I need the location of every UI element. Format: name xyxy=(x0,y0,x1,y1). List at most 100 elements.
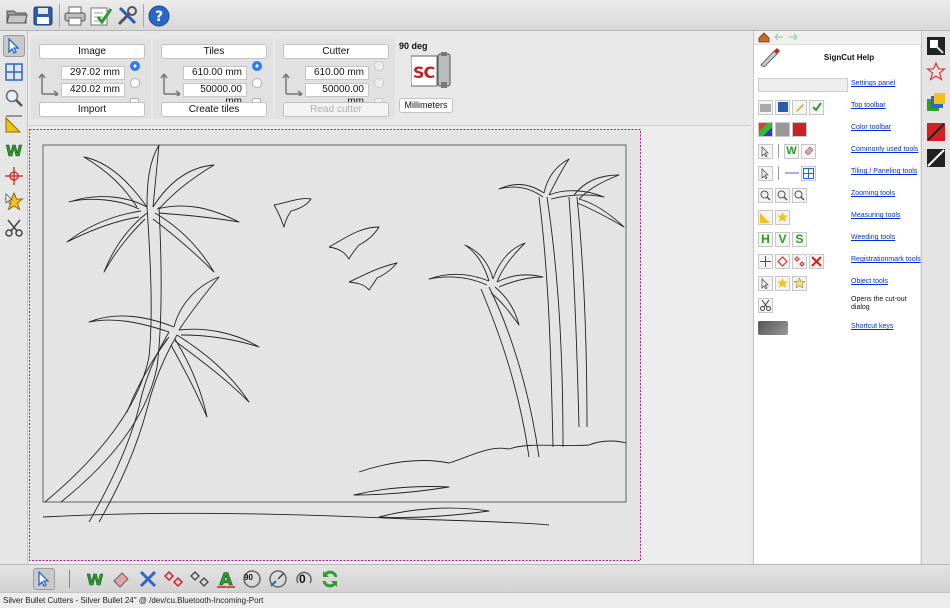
bottom-rotate-zero-button[interactable]: 0 xyxy=(293,568,315,590)
weed-h-icon: H xyxy=(758,231,773,247)
help-link-measuring-tools[interactable]: Measuring tools xyxy=(851,212,900,219)
help-link-settings-panel[interactable]: Settings panel xyxy=(851,80,895,87)
help-link-shortcut-keys[interactable]: Shortcut keys xyxy=(851,323,893,330)
delete-x-icon xyxy=(809,253,824,269)
help-row-tiling-tools: Tiling / Paneling tools xyxy=(756,164,919,184)
registration-mark-tool-button[interactable] xyxy=(3,165,25,187)
bottom-regmark-outline-button[interactable] xyxy=(189,568,211,590)
canvas-area[interactable] xyxy=(29,127,751,564)
home-icon[interactable] xyxy=(758,32,770,46)
tools-pen-icon xyxy=(758,47,780,70)
image-width-input[interactable]: 297.02 mm xyxy=(61,66,125,80)
open-file-button[interactable] xyxy=(4,3,30,28)
help-link-weeding-tools[interactable]: Weeding tools xyxy=(851,234,895,241)
color-toolbar-thumbnail xyxy=(758,120,807,138)
top-toolbar-thumbnail xyxy=(758,98,824,116)
ruler-triangle-icon xyxy=(758,209,773,225)
signcut-logo[interactable]: SC xyxy=(410,52,451,88)
tiles-lock-width-radio[interactable] xyxy=(252,61,262,71)
checkmark-pencil-icon xyxy=(809,99,824,115)
tiles-group: Tiles 610.00 mm 50000.00 mm Create tiles xyxy=(153,39,273,119)
settings-panel: Image 297.02 mm 420.02 mm Import Tiles 6… xyxy=(29,31,751,126)
select-tool-button[interactable] xyxy=(3,35,25,57)
weed-tool-button[interactable]: W xyxy=(3,139,25,161)
image-lock-width-radio[interactable] xyxy=(130,61,140,71)
weed-v-icon: V xyxy=(775,231,790,247)
cutter-height-input[interactable]: 50000.00 mm xyxy=(305,83,369,107)
bottom-eraser-button[interactable] xyxy=(110,568,132,590)
back-arrow-icon[interactable] xyxy=(774,33,783,41)
cut-tool-button[interactable] xyxy=(3,217,25,239)
cutter-title: Cutter xyxy=(283,44,389,59)
bottom-rotate-90-button[interactable]: 90 xyxy=(241,568,263,590)
design-canvas[interactable] xyxy=(29,127,751,564)
tiles-lock-height-radio[interactable] xyxy=(252,78,262,88)
weed-w-icon: W xyxy=(5,142,23,159)
scissors-icon xyxy=(5,219,23,237)
read-cutter-button[interactable]: Read cutter xyxy=(283,102,389,117)
axis-arrows-icon xyxy=(160,73,181,96)
save-file-button[interactable] xyxy=(30,3,56,28)
bottom-toolbar: W A 90 0 xyxy=(0,564,950,592)
help-button[interactable]: ? xyxy=(146,3,172,28)
color-picker-button[interactable] xyxy=(925,35,947,57)
bottom-text-button[interactable]: A xyxy=(215,568,237,590)
measuring-tools-thumbnail xyxy=(758,208,790,226)
help-link-tiling-tools[interactable]: Tiling / Paneling tools xyxy=(851,168,917,175)
object-tool-button[interactable] xyxy=(3,191,25,213)
svg-text:W: W xyxy=(6,142,23,159)
bottom-regmark-button[interactable] xyxy=(163,568,185,590)
bottom-refresh-button[interactable] xyxy=(319,568,341,590)
color-picker-icon xyxy=(927,37,945,55)
bottom-select-button[interactable] xyxy=(33,568,55,590)
common-tools-thumbnail: W xyxy=(758,142,816,160)
black-layer-button[interactable] xyxy=(925,147,947,169)
image-lock-height-radio[interactable] xyxy=(130,78,140,88)
help-link-color-toolbar[interactable]: Color toolbar xyxy=(851,124,891,131)
svg-text:A: A xyxy=(219,570,233,589)
cutter-lock-width-radio[interactable] xyxy=(374,61,384,71)
cutter-lock-height-radio[interactable] xyxy=(374,78,384,88)
forward-arrow-icon[interactable] xyxy=(788,33,798,41)
star-shape-button[interactable] xyxy=(925,61,947,83)
cutter-width-input[interactable]: 610.00 mm xyxy=(305,66,369,80)
help-link-top-toolbar[interactable]: Top toolbar xyxy=(851,102,886,109)
arrow-pointer-icon xyxy=(8,38,20,54)
color-swatch-icon xyxy=(758,121,773,137)
units-button[interactable]: Millimeters xyxy=(399,98,453,113)
print-button[interactable] xyxy=(62,3,88,28)
zooming-tools-thumbnail xyxy=(758,186,807,204)
folder-icon xyxy=(758,99,773,115)
image-height-input[interactable]: 420.02 mm xyxy=(61,83,125,97)
tools-button[interactable] xyxy=(114,3,140,28)
bottom-weed-button[interactable]: W xyxy=(84,568,106,590)
tiling-tool-button[interactable] xyxy=(3,61,25,83)
create-tiles-button[interactable]: Create tiles xyxy=(161,102,267,117)
color-layers-button[interactable] xyxy=(925,91,947,113)
checklist-button[interactable] xyxy=(88,3,114,28)
help-link-registrationmark-tools[interactable]: Registrationmark tools xyxy=(851,256,921,263)
help-panel: SignCut Help Settings panel Top toolbar … xyxy=(753,31,921,564)
eraser-icon xyxy=(113,572,129,588)
pencil-icon xyxy=(792,99,807,115)
import-button[interactable]: Import xyxy=(39,102,145,117)
red-layer-button[interactable] xyxy=(925,121,947,143)
registrationmark-tools-thumbnail xyxy=(758,252,824,270)
horizontal-cut-icon xyxy=(784,166,799,181)
logo-text: SC xyxy=(413,63,435,82)
zoom-tool-button[interactable] xyxy=(3,87,25,109)
blue-x-icon xyxy=(139,570,157,588)
measure-star-icon xyxy=(775,209,790,225)
help-link-zooming-tools[interactable]: Zooming tools xyxy=(851,190,895,197)
tiles-height-input[interactable]: 50000.00 mm xyxy=(183,83,247,107)
toolbar-separator xyxy=(143,4,144,27)
help-link-common-tools[interactable]: Commonly used tools xyxy=(851,146,918,153)
tiles-width-input[interactable]: 610.00 mm xyxy=(183,66,247,80)
help-link-object-tools[interactable]: Object tools xyxy=(851,278,888,285)
measure-tool-button[interactable] xyxy=(3,113,25,135)
text-a-icon: A xyxy=(217,570,235,589)
bottom-rotate-free-button[interactable] xyxy=(267,568,289,590)
bottom-delete-button[interactable] xyxy=(137,568,159,590)
outline-diamonds-icon xyxy=(190,571,209,587)
scissors-icon xyxy=(758,297,773,313)
